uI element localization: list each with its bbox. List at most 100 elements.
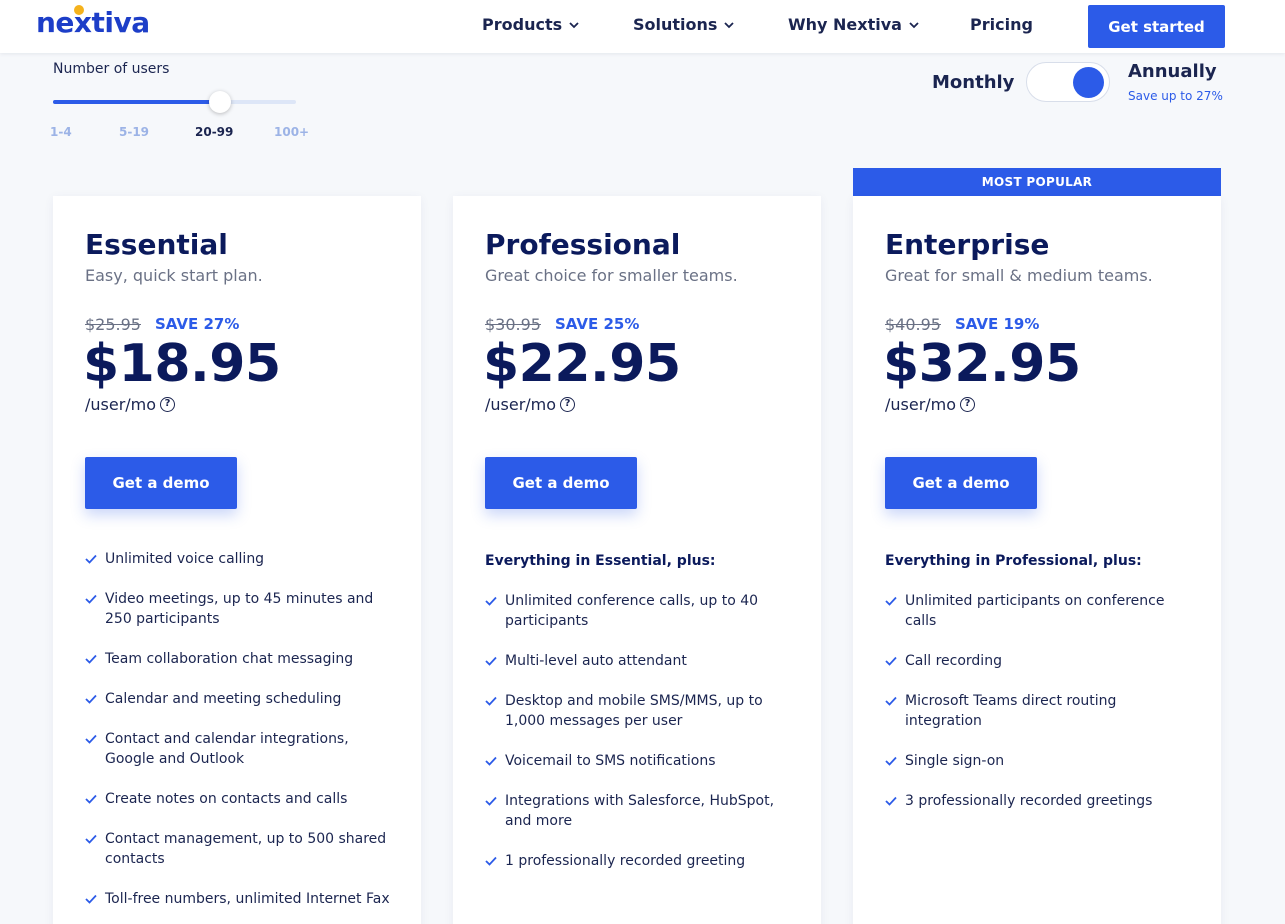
- plan-save-badge: SAVE 27%: [155, 315, 240, 333]
- plan-plus-label: Everything in Professional, plus:: [885, 553, 1142, 569]
- plan-name: Essential: [85, 228, 228, 261]
- site-header: nextiva Products Solutions Why Nextiva P…: [0, 0, 1285, 53]
- help-icon[interactable]: ?: [560, 397, 576, 412]
- chevron-down-icon: [724, 21, 735, 28]
- users-slider-handle[interactable]: [209, 91, 231, 113]
- plan-feature-text: Unlimited participants on conference cal…: [905, 593, 1165, 629]
- plan-feature-item: Unlimited participants on conference cal…: [885, 591, 1195, 631]
- plan-feature-item: Unlimited voice calling: [85, 549, 395, 569]
- users-tick-5-19[interactable]: 5-19: [119, 125, 149, 139]
- plan-card-enterprise: Enterprise Great for small & medium teams…: [853, 196, 1221, 924]
- check-icon: [485, 691, 505, 711]
- plan-feature-item: Unlimited conference calls, up to 40 par…: [485, 591, 795, 631]
- nextiva-logo[interactable]: nextiva: [36, 6, 150, 39]
- help-icon[interactable]: ?: [160, 397, 176, 412]
- plan-feature-list: Unlimited conference calls, up to 40 par…: [485, 591, 795, 891]
- plan-feature-text: Unlimited voice calling: [105, 551, 265, 567]
- billing-annually-label[interactable]: Annually: [1128, 61, 1217, 82]
- nav-pricing-label: Pricing: [970, 15, 1033, 34]
- get-a-demo-button[interactable]: Get a demo: [85, 457, 237, 509]
- plan-name: Enterprise: [885, 228, 1050, 261]
- plan-price-unit: /user/mo?: [885, 395, 976, 414]
- check-icon: [485, 791, 505, 811]
- check-icon: [885, 651, 905, 671]
- billing-toggle[interactable]: [1026, 62, 1110, 102]
- check-icon: [85, 689, 105, 709]
- annual-save-note: Save up to 27%: [1128, 89, 1223, 103]
- users-slider-fill: [53, 100, 219, 104]
- plan-feature-item: Integrations with Salesforce, HubSpot, a…: [485, 791, 795, 831]
- plan-feature-text: Contact and calendar integrations, Googl…: [105, 731, 349, 767]
- billing-monthly-label[interactable]: Monthly: [932, 72, 1014, 93]
- check-icon: [85, 649, 105, 669]
- plan-price: $32.95: [883, 334, 1081, 394]
- check-icon: [485, 751, 505, 771]
- plan-feature-item: Calendar and meeting scheduling: [85, 689, 395, 709]
- plan-feature-item: Multi-level auto attendant: [485, 651, 795, 671]
- logo-dot-icon: [74, 5, 84, 15]
- plan-price-unit-label: /user/mo: [85, 395, 157, 414]
- check-icon: [85, 789, 105, 809]
- users-tick-1-4[interactable]: 1-4: [50, 125, 72, 139]
- plan-feature-text: Integrations with Salesforce, HubSpot, a…: [505, 793, 775, 829]
- check-icon: [85, 729, 105, 749]
- help-icon[interactable]: ?: [960, 397, 976, 412]
- plan-feature-item: 3 professionally recorded greetings: [885, 791, 1195, 811]
- nav-products[interactable]: Products: [482, 15, 580, 34]
- plan-old-price: $40.95: [885, 315, 941, 334]
- plan-feature-text: Video meetings, up to 45 minutes and 250…: [105, 591, 374, 627]
- plan-feature-item: Video meetings, up to 45 minutes and 250…: [85, 589, 395, 629]
- check-icon: [485, 591, 505, 611]
- users-tick-20-99[interactable]: 20-99: [195, 125, 233, 139]
- check-icon: [885, 791, 905, 811]
- plan-feature-item: Voicemail to SMS notifications: [485, 751, 795, 771]
- plan-feature-item: Desktop and mobile SMS/MMS, up to 1,000 …: [485, 691, 795, 731]
- plan-feature-item: Microsoft Teams direct routing integrati…: [885, 691, 1195, 731]
- nav-why-nextiva-label: Why Nextiva: [788, 15, 902, 34]
- plan-price: $22.95: [483, 334, 681, 394]
- plan-feature-text: Calendar and meeting scheduling: [105, 691, 342, 707]
- plan-feature-text: Call recording: [905, 653, 1002, 669]
- get-a-demo-button[interactable]: Get a demo: [885, 457, 1037, 509]
- plan-feature-text: Voicemail to SMS notifications: [505, 753, 716, 769]
- plan-description: Great choice for smaller teams.: [485, 266, 738, 285]
- plan-price-unit: /user/mo?: [85, 395, 176, 414]
- plan-feature-text: Contact management, up to 500 shared con…: [105, 831, 387, 867]
- users-slider-track[interactable]: [53, 100, 296, 104]
- plan-card-professional: Professional Great choice for smaller tea…: [453, 196, 821, 924]
- plan-feature-item: Team collaboration chat messaging: [85, 649, 395, 669]
- get-a-demo-button[interactable]: Get a demo: [485, 457, 637, 509]
- plan-feature-item: 1 professionally recorded greeting: [485, 851, 795, 871]
- check-icon: [885, 751, 905, 771]
- plan-feature-item: Single sign-on: [885, 751, 1195, 771]
- plan-feature-item: Contact and calendar integrations, Googl…: [85, 729, 395, 769]
- check-icon: [85, 889, 105, 909]
- chevron-down-icon: [909, 21, 919, 28]
- chevron-down-icon: [569, 21, 579, 28]
- plan-feature-text: 3 professionally recorded greetings: [905, 793, 1153, 809]
- plan-feature-text: Multi-level auto attendant: [505, 653, 687, 669]
- nav-why-nextiva[interactable]: Why Nextiva: [788, 15, 920, 34]
- nav-pricing[interactable]: Pricing: [970, 15, 1033, 34]
- plan-feature-item: Create notes on contacts and calls: [85, 789, 395, 809]
- plan-feature-list: Unlimited participants on conference cal…: [885, 591, 1195, 831]
- plan-feature-item: Call recording: [885, 651, 1195, 671]
- get-started-button[interactable]: Get started: [1088, 5, 1225, 48]
- plan-feature-text: Microsoft Teams direct routing integrati…: [905, 693, 1117, 729]
- plan-feature-text: Unlimited conference calls, up to 40 par…: [505, 593, 759, 629]
- plan-old-price: $30.95: [485, 315, 541, 334]
- plan-price-unit-label: /user/mo: [885, 395, 957, 414]
- plan-feature-text: Desktop and mobile SMS/MMS, up to 1,000 …: [505, 693, 763, 729]
- plan-old-price: $25.95: [85, 315, 141, 334]
- plan-feature-list: Unlimited voice calling Video meetings, u…: [85, 549, 395, 924]
- plan-feature-text: Team collaboration chat messaging: [105, 651, 354, 667]
- check-icon: [885, 691, 905, 711]
- check-icon: [85, 829, 105, 849]
- plan-price-unit: /user/mo?: [485, 395, 576, 414]
- nav-solutions[interactable]: Solutions: [633, 15, 735, 34]
- nav-products-label: Products: [482, 15, 563, 34]
- users-tick-100-plus[interactable]: 100+: [274, 125, 309, 139]
- plan-feature-text: 1 professionally recorded greeting: [505, 853, 746, 869]
- billing-toggle-knob: [1073, 67, 1104, 98]
- plan-description: Easy, quick start plan.: [85, 266, 263, 285]
